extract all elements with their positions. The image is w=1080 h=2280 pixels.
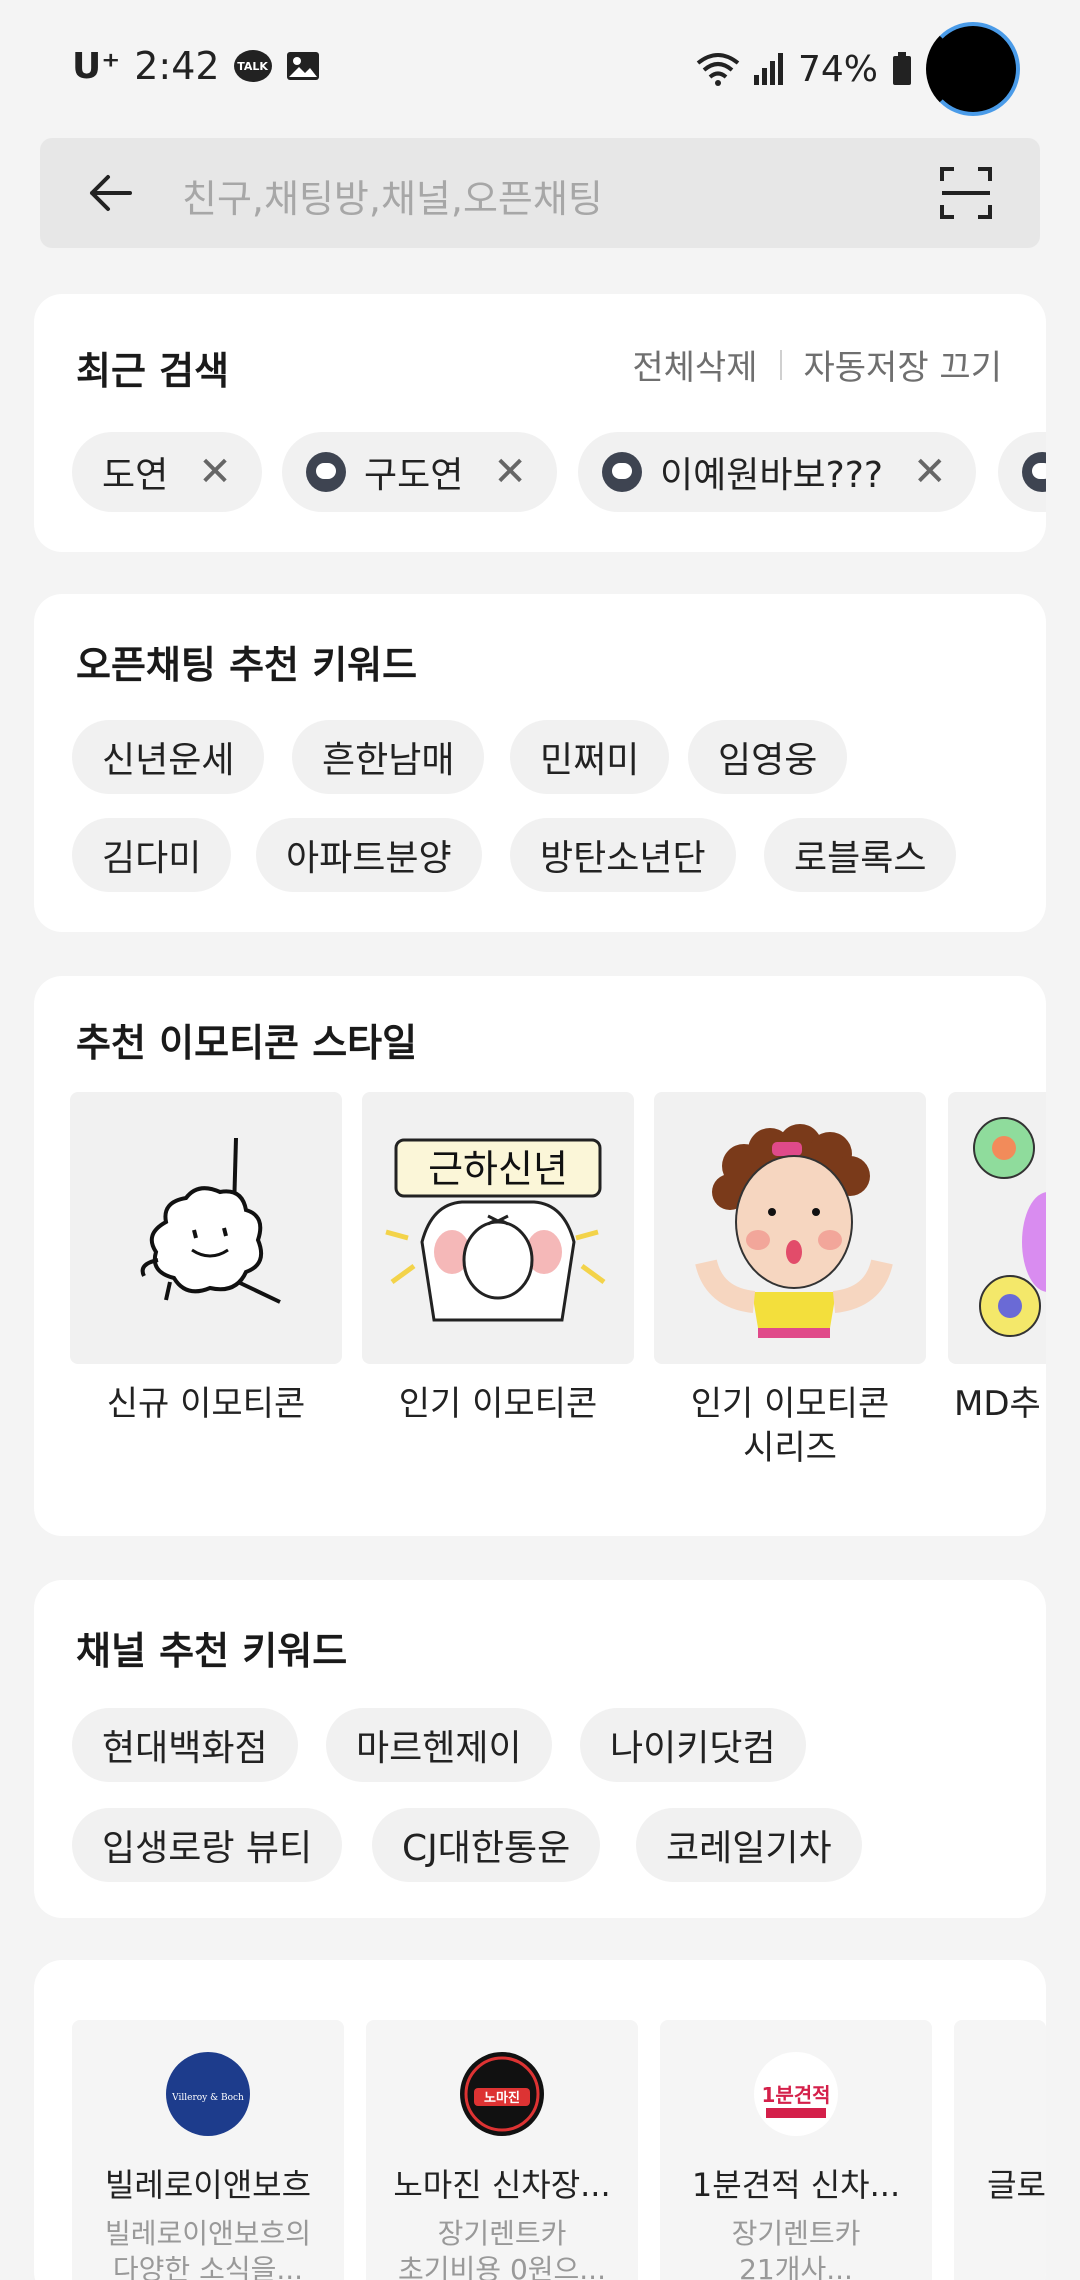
keyword-chip[interactable]: 김다미: [72, 818, 232, 892]
close-icon[interactable]: ✕: [198, 449, 232, 495]
emoticon-tile-label: MD추: [954, 1384, 1041, 1424]
keyword-chip[interactable]: 로블록스: [764, 818, 957, 892]
emoticon-style-card: 추천 이모티콘 스타일 신규 이모티콘 근하신년 인기 이모티콘 인기 이모티콘…: [34, 976, 1046, 1536]
battery-icon: [893, 52, 911, 85]
recent-actions: 전체삭제 자동저장 끄기: [632, 340, 1002, 389]
emoticon-tile-series[interactable]: [654, 1092, 926, 1364]
openchat-keywords-card: 오픈채팅 추천 키워드 신년운세 흔한남매 민쩌미 임영웅 김다미 아파트분양 …: [34, 594, 1046, 932]
channel-tile[interactable]: 노마진 노마진 신차장... 장기렌트카 초기비용 0원으...: [366, 2020, 638, 2280]
channel-name: 글로: [987, 2166, 1046, 2204]
openchat-keywords-title: 오픈채팅 추천 키워드: [76, 643, 418, 687]
channel-keyword-chip[interactable]: 나이키닷컴: [580, 1708, 806, 1782]
close-icon[interactable]: ✕: [493, 449, 527, 495]
close-icon[interactable]: ✕: [913, 449, 947, 495]
channel-tile[interactable]: Villeroy & Boch 빌레로이앤보흐 빌레로이앤보흐의 다양한 소식을…: [72, 2020, 344, 2280]
channel-keywords-card: 채널 추천 키워드 현대백화점 마르헨제이 나이키닷컴 입생로랑 뷰티 CJ대한…: [34, 1580, 1046, 1918]
channel-keyword-chip[interactable]: 마르헨제이: [326, 1708, 552, 1782]
svg-text:Villeroy & Boch: Villeroy & Boch: [171, 2093, 244, 2103]
nomargin-logo: 노마진: [464, 2056, 540, 2132]
recent-chip-label: 구도연: [364, 455, 464, 496]
recent-chip[interactable]: 도연 ✕: [72, 432, 262, 512]
chat-bubble-icon: [306, 452, 346, 492]
delete-all-button[interactable]: 전체삭제: [632, 340, 757, 389]
status-bar: U⁺ 2:42 TALK 74%: [0, 0, 1080, 130]
keyword-chip[interactable]: 방탄소년단: [510, 818, 736, 892]
keyword-chip[interactable]: 아파트분양: [256, 818, 482, 892]
chat-bubble-icon: [1022, 452, 1046, 492]
svg-text:1분견적: 1분견적: [761, 2083, 830, 2107]
status-right: 74%: [696, 22, 1020, 116]
scan-icon[interactable]: [938, 165, 994, 221]
carrier-label: U⁺: [72, 45, 121, 87]
recent-chip-label: 이예원바보???: [660, 455, 883, 496]
signal-icon: [753, 53, 783, 85]
channel-logo: 노마진: [460, 2052, 544, 2136]
back-arrow-icon[interactable]: [82, 165, 138, 221]
channel-description: 빌레로이앤보흐의: [104, 2217, 312, 2250]
channel-keyword-chip[interactable]: 코레일기차: [636, 1808, 862, 1882]
recent-search-card: 최근 검색 전체삭제 자동저장 끄기 도연 ✕ 구도연 ✕ 이예원바보??? ✕: [34, 294, 1046, 552]
keyword-chip[interactable]: 민쩌미: [510, 720, 670, 794]
keyword-chip[interactable]: 임영웅: [688, 720, 848, 794]
channel-name: 노마진 신차장...: [393, 2166, 611, 2204]
clock: 2:42: [134, 44, 220, 88]
channel-description-line2: 21개사...: [739, 2253, 853, 2280]
recommended-channels-card: Villeroy & Boch 빌레로이앤보흐 빌레로이앤보흐의 다양한 소식을…: [34, 1960, 1046, 2280]
new-year-banner-emoticon: 근하신년: [385, 1138, 606, 1322]
channel-name: 1분견적 신차...: [691, 2166, 901, 2204]
emoticon-tile-popular[interactable]: 근하신년: [362, 1092, 634, 1364]
channel-description-line2: 다양한 소식을...: [112, 2253, 304, 2280]
keyword-chip[interactable]: 신년운세: [72, 720, 265, 794]
channel-logo: Villeroy & Boch: [166, 2052, 250, 2136]
recent-chip[interactable]: 이예원바보??? ✕: [578, 432, 977, 512]
battery-percent: 74%: [797, 48, 878, 90]
doodle-blob-emoticon: [140, 1137, 281, 1304]
channel-keyword-chip[interactable]: 입생로랑 뷰티: [72, 1808, 343, 1882]
emoticon-tile-label: 신규 이모티콘: [106, 1384, 306, 1424]
channel-keyword-chip[interactable]: CJ대한통운: [372, 1808, 601, 1882]
kakaotalk-notification-icon: TALK: [233, 50, 272, 82]
profile-avatar[interactable]: [926, 22, 1020, 116]
emoticon-tile-label: 인기 이모티콘: [398, 1384, 598, 1424]
emoticon-style-title: 추천 이모티콘 스타일: [76, 1021, 418, 1065]
recent-search-title: 최근 검색: [76, 349, 230, 393]
status-left: U⁺ 2:42 TALK: [72, 44, 320, 88]
channel-logo: 1분견적: [754, 2052, 838, 2136]
channel-tile[interactable]: 1분견적 1분견적 신차... 장기렌트카 21개사...: [660, 2020, 932, 2280]
flowers-emoticon: [973, 1117, 1046, 1337]
search-bar[interactable]: 친구,채팅방,채널,오픈채팅: [40, 138, 1040, 248]
emoticon-tile-new[interactable]: [70, 1092, 342, 1364]
wifi-icon: [696, 53, 740, 86]
auto-save-off-button[interactable]: 자동저장 끄기: [804, 340, 1003, 389]
emoticon-tile-label: 인기 이모티콘: [690, 1384, 890, 1424]
divider: [779, 349, 782, 380]
one-minute-quote-logo: 1분견적: [761, 2083, 831, 2118]
channel-keywords-title: 채널 추천 키워드: [76, 1629, 348, 1673]
channel-name: 빌레로이앤보흐: [104, 2166, 312, 2204]
channel-keyword-chip[interactable]: 현대백화점: [72, 1708, 298, 1782]
villeroy-boch-logo: Villeroy & Boch: [171, 2093, 244, 2103]
gallery-notification-icon: [286, 52, 319, 80]
recent-chip-label: 도연: [102, 455, 169, 496]
search-input[interactable]: 친구,채팅방,채널,오픈채팅: [182, 168, 603, 223]
recent-chip[interactable]: 구도연 ✕: [282, 432, 557, 512]
svg-text:노마진: 노마진: [484, 2090, 520, 2106]
channel-description: 장기렌트카: [437, 2217, 567, 2250]
emoticon-tile-md-pick[interactable]: [948, 1092, 1046, 1364]
emoticon-tile-label-line2: 시리즈: [743, 1428, 837, 1468]
recent-chip-partial[interactable]: [998, 432, 1046, 512]
chat-bubble-icon: [602, 452, 642, 492]
muscle-woman-emoticon: [695, 1124, 893, 1338]
keyword-chip[interactable]: 흔한남매: [292, 720, 485, 794]
channel-description: 장기렌트카: [731, 2217, 861, 2250]
channel-tile-partial[interactable]: 글로: [954, 2020, 1046, 2280]
emoticon-banner-text: 근하신년: [428, 1147, 568, 1191]
channel-description-line2: 초기비용 0원으...: [398, 2253, 606, 2280]
